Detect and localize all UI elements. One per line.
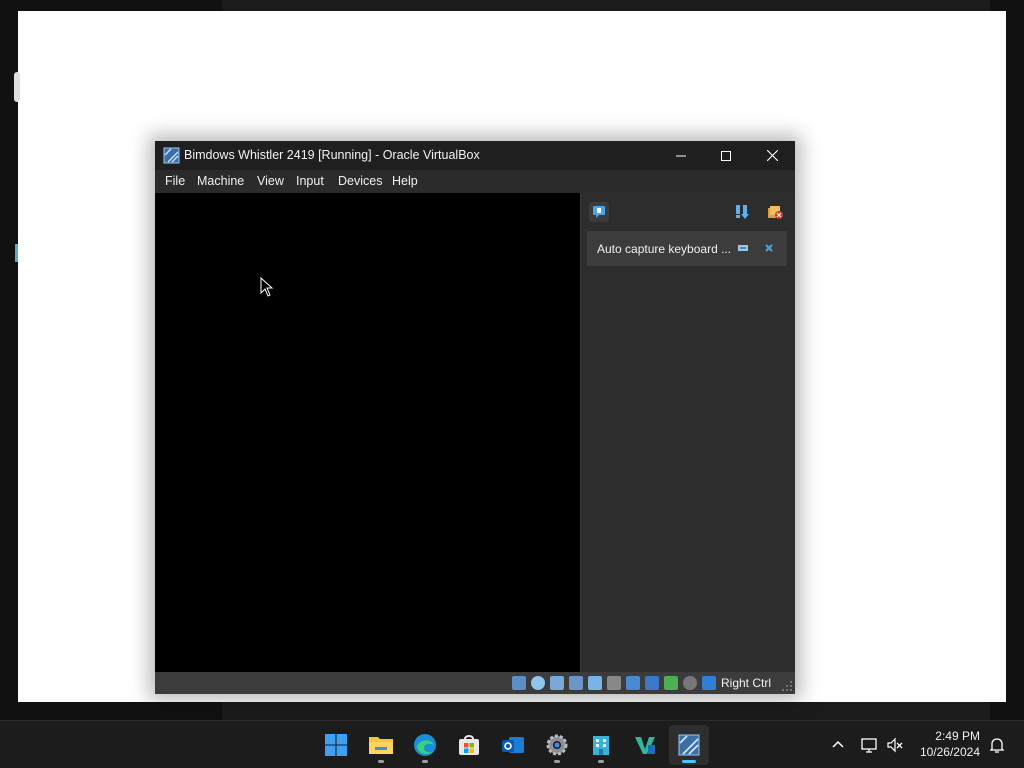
optical-drive-icon[interactable] xyxy=(531,676,545,690)
folder-icon xyxy=(369,737,393,754)
running-indicator xyxy=(598,760,604,763)
maximize-icon xyxy=(721,150,731,161)
edge-icon xyxy=(414,734,436,756)
virtualbox-icon xyxy=(678,734,700,756)
notification-center-panel: Auto capture keyboard ... xyxy=(580,193,795,672)
resize-grip-icon[interactable] xyxy=(781,680,793,692)
building-icon xyxy=(593,736,609,755)
menu-input[interactable]: Input xyxy=(296,174,324,188)
hard-disk-icon[interactable] xyxy=(512,676,526,690)
chevron-up-icon[interactable] xyxy=(829,736,847,754)
close-button[interactable] xyxy=(749,141,795,170)
shared-folders-icon[interactable] xyxy=(607,676,621,690)
volume-muted-icon[interactable] xyxy=(886,736,904,754)
keyboard-icon[interactable] xyxy=(702,676,716,690)
status-bar: Right Ctrl xyxy=(155,672,795,694)
do-not-show-again-icon[interactable] xyxy=(738,243,748,253)
taskbar-microsoft-store[interactable] xyxy=(449,725,489,765)
clear-all-icon[interactable] xyxy=(766,203,784,221)
sort-order-icon[interactable] xyxy=(733,203,751,221)
taskbar-app-building[interactable] xyxy=(581,725,621,765)
cpu-icon[interactable] xyxy=(664,676,678,690)
audio-icon[interactable] xyxy=(550,676,564,690)
windows-logo-icon xyxy=(325,734,347,756)
taskbar-virtualbox[interactable] xyxy=(669,725,709,765)
menu-view[interactable]: View xyxy=(257,174,284,188)
clock-time: 2:49 PM xyxy=(935,729,980,743)
notification-close-icon[interactable] xyxy=(763,242,775,254)
edge-handle xyxy=(14,72,20,102)
usb-icon[interactable] xyxy=(588,676,602,690)
mouse-pointer-icon xyxy=(260,277,274,297)
notification-message: Auto capture keyboard ... xyxy=(597,242,732,256)
mouse-integration-icon[interactable] xyxy=(683,676,697,690)
taskbar-settings[interactable] xyxy=(537,725,577,765)
notification-card: Auto capture keyboard ... xyxy=(587,231,787,266)
menu-devices[interactable]: Devices xyxy=(338,174,382,188)
menu-help[interactable]: Help xyxy=(392,174,418,188)
minimize-button[interactable] xyxy=(658,141,704,170)
network-icon[interactable] xyxy=(860,736,878,754)
maximize-button[interactable] xyxy=(703,141,749,170)
taskbar-file-explorer[interactable] xyxy=(361,725,401,765)
gear-icon xyxy=(546,734,568,756)
title-bar[interactable]: Bimdows Whistler 2419 [Running] - Oracle… xyxy=(155,141,795,170)
minimize-icon xyxy=(676,155,686,156)
system-clock[interactable]: 2:49 PM 10/26/2024 xyxy=(914,728,980,760)
recording-icon[interactable] xyxy=(645,676,659,690)
running-indicator xyxy=(422,760,428,763)
network-icon[interactable] xyxy=(569,676,583,690)
virtualbox-app-icon xyxy=(163,147,180,164)
menu-bar: File Machine View Input Devices Help xyxy=(155,170,795,193)
edge-accent xyxy=(15,244,18,262)
taskbar-outlook[interactable] xyxy=(493,725,533,765)
start-button[interactable] xyxy=(316,725,356,765)
menu-machine[interactable]: Machine xyxy=(197,174,244,188)
message-icon xyxy=(593,206,605,218)
vector-tool-icon xyxy=(635,737,655,754)
running-indicator xyxy=(378,760,384,763)
virtualbox-window[interactable]: Bimdows Whistler 2419 [Running] - Oracle… xyxy=(155,141,795,694)
window-title: Bimdows Whistler 2419 [Running] - Oracle… xyxy=(184,148,480,162)
clock-date: 10/26/2024 xyxy=(919,745,980,759)
notification-center-toggle-button[interactable] xyxy=(589,202,609,222)
desktop: Bimdows Whistler 2419 [Running] - Oracle… xyxy=(0,0,1024,720)
display-icon[interactable] xyxy=(626,676,640,690)
taskbar-edge[interactable] xyxy=(405,725,445,765)
running-indicator xyxy=(554,760,560,763)
store-icon xyxy=(459,735,479,755)
close-icon xyxy=(766,150,778,161)
bell-icon[interactable] xyxy=(988,736,1006,754)
outlook-icon xyxy=(502,737,524,753)
guest-display[interactable] xyxy=(155,193,580,672)
host-key-label: Right Ctrl xyxy=(721,676,772,690)
active-app-indicator xyxy=(682,760,696,763)
taskbar: 2:49 PM 10/26/2024 xyxy=(0,720,1024,768)
taskbar-virtualbox-tool[interactable] xyxy=(625,725,665,765)
menu-file[interactable]: File xyxy=(165,174,185,188)
